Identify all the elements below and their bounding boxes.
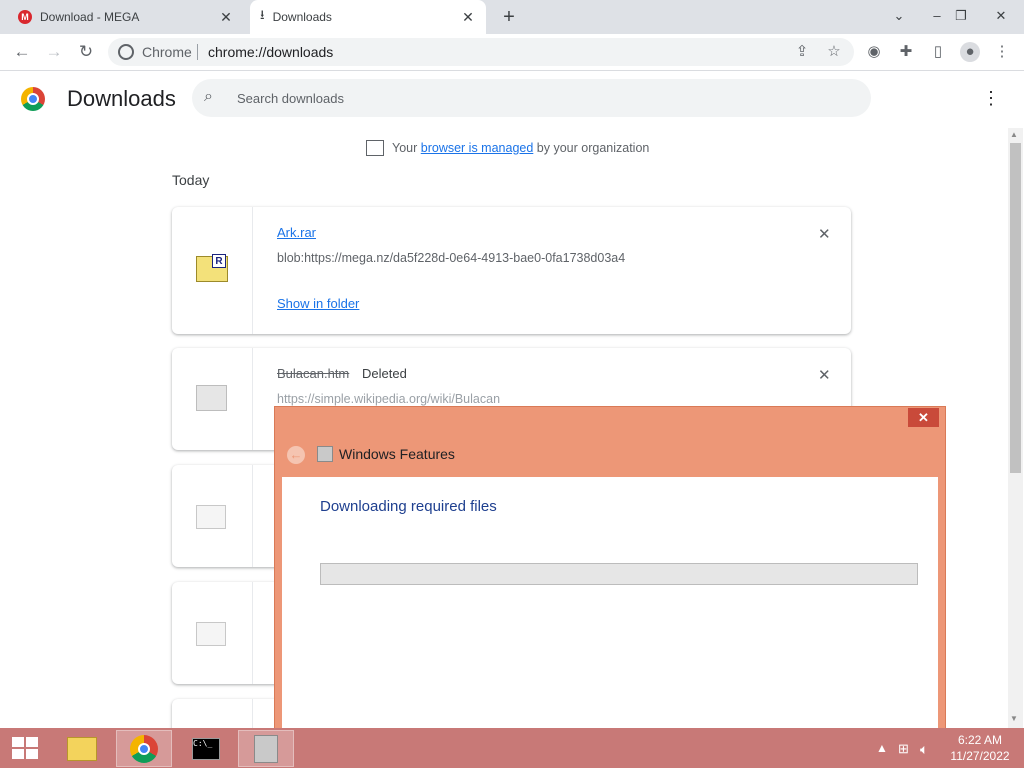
remove-download-icon[interactable]: ✕ bbox=[818, 225, 831, 243]
clock-date: 11/27/2022 bbox=[950, 749, 1010, 763]
extension-icon[interactable]: ◉ bbox=[864, 42, 884, 62]
download-status: Deleted bbox=[362, 366, 407, 381]
bookmark-star-icon[interactable]: ☆ bbox=[824, 42, 844, 62]
network-icon[interactable]: ⊞ bbox=[898, 741, 909, 757]
managed-suffix: by your organization bbox=[536, 141, 650, 155]
mega-icon: M bbox=[18, 10, 32, 24]
search-placeholder: Search downloads bbox=[237, 91, 344, 106]
close-tab-icon[interactable]: ✕ bbox=[460, 9, 476, 26]
dialog-close-button[interactable]: ✕ bbox=[908, 408, 939, 427]
file-source-url: blob:https://mega.nz/da5f228d-0e64-4913-… bbox=[277, 251, 626, 265]
dialog-title: Windows Features bbox=[339, 446, 455, 462]
taskbar-command-prompt[interactable]: C:\_ bbox=[178, 730, 234, 767]
file-source-url: https://simple.wikipedia.org/wiki/Bulaca… bbox=[277, 392, 501, 406]
download-icon: ⭳ bbox=[260, 7, 265, 22]
scroll-down-icon[interactable]: ▼ bbox=[1010, 714, 1018, 723]
document-file-icon bbox=[196, 622, 226, 646]
windows-features-icon bbox=[254, 734, 278, 763]
reload-button[interactable]: ↻ bbox=[74, 40, 98, 64]
search-icon: ⌕ bbox=[204, 88, 213, 105]
show-in-folder-link[interactable]: Show in folder bbox=[277, 296, 359, 311]
folder-icon bbox=[67, 736, 97, 761]
windows-features-icon bbox=[317, 446, 333, 462]
dialog-body bbox=[282, 477, 938, 737]
side-panel-icon[interactable]: ▯ bbox=[928, 42, 948, 62]
windows-start-icon[interactable] bbox=[12, 737, 38, 759]
tab-title: Download - MEGA bbox=[40, 10, 140, 24]
system-clock[interactable]: 6:22 AM 11/27/2022 bbox=[940, 732, 1020, 764]
file-name: Bulacan.htm bbox=[277, 366, 350, 381]
taskbar-windows-features[interactable] bbox=[238, 730, 294, 767]
puzzle-icon[interactable]: ✚ bbox=[896, 42, 916, 62]
page-title: Downloads bbox=[67, 86, 176, 111]
restore-button[interactable]: ❐ bbox=[946, 4, 976, 28]
close-window-button[interactable]: ✕ bbox=[986, 4, 1016, 28]
volume-icon[interactable]: 🔈︎ bbox=[920, 741, 928, 758]
omnibox-divider bbox=[197, 44, 198, 60]
tab-mega[interactable]: M Download - MEGA ✕ bbox=[8, 0, 244, 34]
more-actions-icon[interactable]: ⋮ bbox=[982, 88, 1000, 109]
clock-time: 6:22 AM bbox=[957, 733, 1003, 747]
terminal-icon: C:\_ bbox=[192, 737, 220, 760]
managed-prefix: Your bbox=[392, 141, 418, 155]
close-tab-icon[interactable]: ✕ bbox=[218, 9, 234, 26]
date-section-label: Today bbox=[172, 172, 210, 188]
taskbar-file-explorer[interactable] bbox=[54, 730, 110, 767]
tab-search-icon[interactable]: ⌄ bbox=[884, 4, 914, 28]
download-item bbox=[172, 207, 851, 334]
document-file-icon bbox=[196, 505, 226, 529]
progress-bar bbox=[320, 563, 918, 585]
profile-icon[interactable]: ● bbox=[960, 42, 980, 62]
share-icon[interactable]: ⇪ bbox=[792, 42, 812, 62]
file-name-link[interactable]: Ark.rar bbox=[277, 225, 316, 240]
menu-icon[interactable]: ⋮ bbox=[992, 42, 1012, 62]
omnibox-site-label: Chrome bbox=[142, 44, 192, 60]
scroll-up-icon[interactable]: ▲ bbox=[1010, 130, 1018, 139]
dialog-heading: Downloading required files bbox=[320, 498, 497, 515]
managed-link[interactable]: browser is managed bbox=[421, 141, 534, 155]
chrome-icon bbox=[130, 734, 158, 763]
tab-downloads[interactable]: ⭳ Downloads ✕ bbox=[250, 0, 486, 34]
managed-notice: Your browser is managed by your organiza… bbox=[392, 141, 649, 155]
scrollbar-thumb[interactable] bbox=[1010, 143, 1021, 473]
chrome-site-icon bbox=[118, 44, 134, 60]
new-tab-button[interactable]: + bbox=[498, 6, 520, 28]
building-icon bbox=[366, 140, 384, 156]
omnibox-url[interactable]: chrome://downloads bbox=[208, 44, 333, 60]
back-arrow-icon[interactable]: ← bbox=[287, 446, 305, 464]
image-file-icon bbox=[196, 385, 227, 411]
remove-download-icon[interactable]: ✕ bbox=[818, 366, 831, 384]
forward-button[interactable]: → bbox=[42, 40, 66, 64]
rar-file-icon: R bbox=[196, 254, 228, 282]
tab-title: Downloads bbox=[272, 10, 332, 24]
chrome-logo bbox=[21, 87, 45, 111]
taskbar-chrome[interactable] bbox=[116, 730, 172, 767]
back-button[interactable]: ← bbox=[10, 40, 34, 64]
show-hidden-icons[interactable]: ▲ bbox=[876, 741, 888, 755]
